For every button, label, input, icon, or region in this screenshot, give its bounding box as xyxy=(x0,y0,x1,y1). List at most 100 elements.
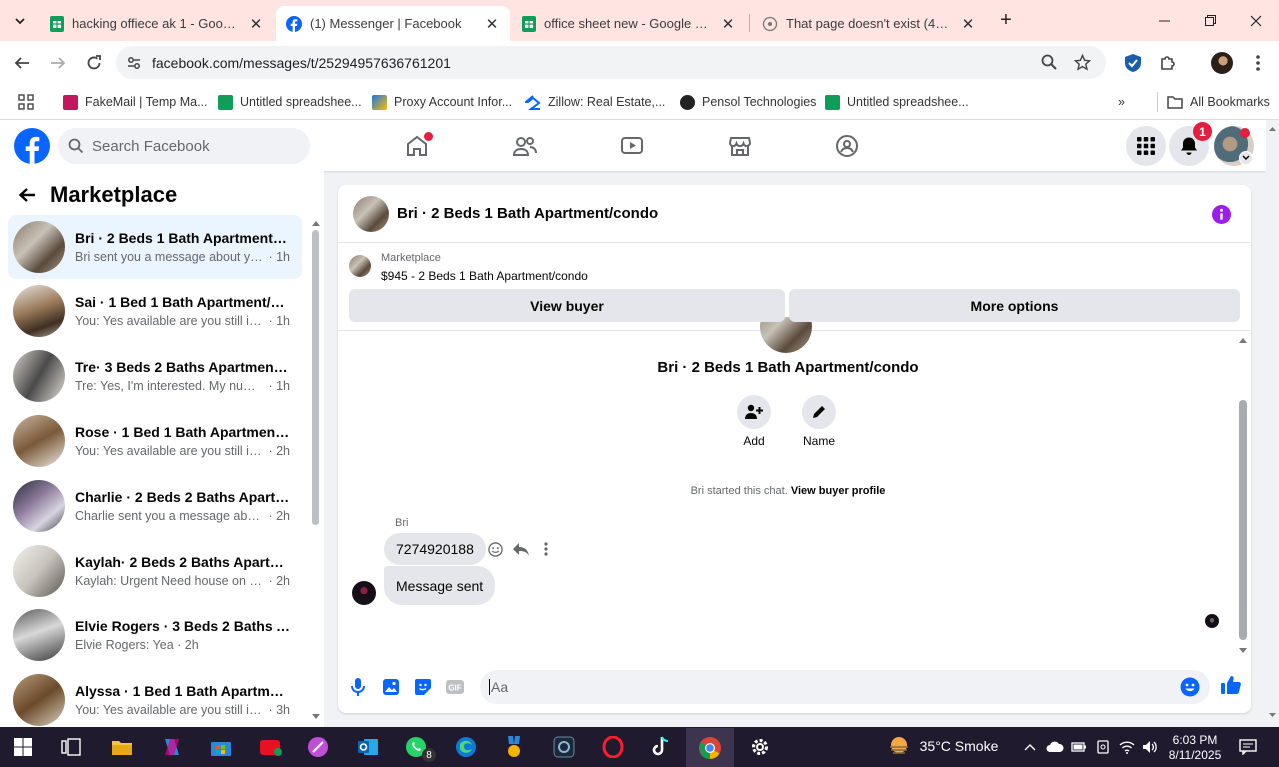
edge-button[interactable] xyxy=(450,731,482,763)
browser-tab-2[interactable]: (1) Messenger | Facebook ✕ xyxy=(276,6,510,41)
close-icon[interactable]: ✕ xyxy=(960,15,976,33)
weather-widget[interactable]: 35°C Smoke xyxy=(888,735,998,757)
chrome-button[interactable] xyxy=(686,728,734,767)
emoji-icon[interactable] xyxy=(1180,677,1200,697)
reply-icon[interactable] xyxy=(513,542,529,556)
tray-overflow-button[interactable] xyxy=(1020,731,1040,763)
facebook-search[interactable]: Search Facebook xyxy=(58,128,310,164)
wifi-tray-icon[interactable] xyxy=(1116,731,1138,763)
close-icon[interactable]: ✕ xyxy=(484,15,500,33)
whatsapp-button[interactable]: 8 xyxy=(400,731,436,763)
bookmark-star-button[interactable] xyxy=(1067,47,1097,77)
volume-tray-icon[interactable] xyxy=(1139,731,1161,763)
name-action[interactable]: Name xyxy=(802,395,836,448)
back-arrow-icon[interactable] xyxy=(18,187,36,203)
bookmark-fakemail[interactable]: FakeMail | Temp Ma... xyxy=(63,92,208,112)
nav-home[interactable] xyxy=(401,130,433,162)
back-button[interactable] xyxy=(7,48,37,78)
tab-search-button[interactable] xyxy=(0,0,40,41)
conversation-item[interactable]: Charlie · 2 Beds 2 Baths Apartm... Charl… xyxy=(8,474,302,538)
notification-center-button[interactable] xyxy=(1232,731,1264,763)
forward-button[interactable] xyxy=(43,48,73,78)
bookmark-proxy-account[interactable]: Proxy Account Infor... xyxy=(372,92,512,112)
zoom-button[interactable] xyxy=(1034,47,1064,77)
browser-tab-4[interactable]: That page doesn't exist (404) - F ✕ xyxy=(752,6,986,41)
add-action[interactable]: Add xyxy=(737,395,771,448)
site-info-icon[interactable] xyxy=(126,55,142,71)
extensions-button[interactable] xyxy=(1153,48,1183,78)
chat-scrollbar-thumb[interactable] xyxy=(1239,400,1247,640)
outlook-button[interactable] xyxy=(352,731,384,763)
conversation-item[interactable]: Sai · 1 Bed 1 Bath Apartment/co... You: … xyxy=(8,279,302,343)
browser-tab-1[interactable]: hacking offiece ak 1 - Google Sh ✕ xyxy=(40,6,274,41)
scroll-down-arrow[interactable] xyxy=(311,713,321,721)
view-buyer-profile-link[interactable]: View buyer profile xyxy=(791,485,886,497)
sidebar-scrollbar-thumb[interactable] xyxy=(312,230,319,525)
message-bubble[interactable]: 7274920188 xyxy=(384,533,486,565)
conversation-item[interactable]: Alyssa · 1 Bed 1 Bath Apartment... You: … xyxy=(8,668,302,732)
apps-button[interactable] xyxy=(18,92,34,112)
clock[interactable]: 6:03 PM 8/11/2025 xyxy=(1164,733,1226,763)
react-emoji-icon[interactable] xyxy=(488,542,503,557)
app-button-purple[interactable] xyxy=(302,731,334,763)
conversation-item[interactable]: Kaylah· 2 Beds 2 Baths Apartme... Kaylah… xyxy=(8,539,302,603)
medal-app-button[interactable] xyxy=(498,731,530,763)
tiktok-button[interactable] xyxy=(645,731,677,763)
battery-tray-icon[interactable] xyxy=(1068,731,1090,763)
start-button[interactable] xyxy=(7,731,39,763)
info-icon[interactable] xyxy=(1212,205,1231,224)
browser-menu-button[interactable] xyxy=(1243,48,1273,78)
app-button-red[interactable] xyxy=(255,731,287,763)
nav-marketplace[interactable] xyxy=(724,130,756,162)
microphone-icon[interactable] xyxy=(350,677,366,697)
thumbs-up-icon[interactable] xyxy=(1220,675,1241,695)
scroll-down-arrow[interactable] xyxy=(1238,647,1248,655)
close-window-button[interactable] xyxy=(1233,0,1279,41)
chat-title[interactable]: Bri · 2 Beds 1 Bath Apartment/condo xyxy=(397,205,658,222)
copilot-button[interactable] xyxy=(156,731,188,763)
opera-button[interactable] xyxy=(597,731,629,763)
gif-icon[interactable]: GIF xyxy=(445,679,465,695)
facebook-logo[interactable] xyxy=(14,128,50,164)
message-bubble[interactable]: Message sent xyxy=(384,566,496,605)
conversation-item[interactable]: Tre· 3 Beds 2 Baths Apartment/c... Tre: … xyxy=(8,344,302,408)
menu-button[interactable] xyxy=(1126,126,1166,166)
scroll-up-arrow[interactable] xyxy=(311,219,321,227)
account-avatar-button[interactable] xyxy=(1214,126,1254,166)
reload-button[interactable] xyxy=(79,48,109,78)
new-tab-button[interactable]: + xyxy=(988,0,1024,41)
nav-groups[interactable] xyxy=(831,130,863,162)
onedrive-tray-icon[interactable] xyxy=(1044,731,1066,763)
profile-picture[interactable] xyxy=(760,317,812,353)
bookmark-pensol[interactable]: Pensol Technologies xyxy=(680,92,816,112)
conversation-item[interactable]: Rose · 1 Bed 1 Bath Apartment/c... You: … xyxy=(8,409,302,473)
omnibox[interactable]: facebook.com/messages/t/2529495763676120… xyxy=(116,46,1106,79)
view-buyer-button[interactable]: View buyer xyxy=(349,289,785,322)
url-text[interactable]: facebook.com/messages/t/2529495763676120… xyxy=(152,55,451,71)
scroll-up-arrow[interactable] xyxy=(1238,336,1248,344)
hotspot-tray-icon[interactable] xyxy=(1092,731,1114,763)
nav-watch[interactable] xyxy=(616,130,648,162)
profile-button[interactable] xyxy=(1207,48,1237,78)
file-explorer-button[interactable] xyxy=(106,731,138,763)
close-icon[interactable]: ✕ xyxy=(248,15,264,33)
restore-button[interactable] xyxy=(1187,0,1233,41)
settings-button[interactable] xyxy=(744,731,776,763)
notifications-button[interactable]: 1 xyxy=(1169,122,1212,166)
photo-icon[interactable] xyxy=(382,678,400,696)
microsoft-store-button[interactable] xyxy=(205,731,237,763)
message-input[interactable]: Aa xyxy=(480,670,1210,704)
listing-summary[interactable]: $945 - 2 Beds 1 Bath Apartment/condo xyxy=(381,269,588,283)
app-button-dark[interactable] xyxy=(548,731,580,763)
page-scrollbar[interactable] xyxy=(1266,120,1279,727)
browser-tab-3[interactable]: office sheet new - Google Sheets ✕ xyxy=(512,6,746,41)
conversation-item[interactable]: Bri · 2 Beds 1 Bath Apartment/c... Bri s… xyxy=(8,215,302,279)
all-bookmarks-button[interactable]: All Bookmarks xyxy=(1157,92,1270,112)
close-icon[interactable]: ✕ xyxy=(720,15,736,33)
task-view-button[interactable] xyxy=(55,731,87,763)
bookmark-untitled-spreadsheet-2[interactable]: Untitled spreadshee... xyxy=(825,92,969,112)
bookmarks-overflow-button[interactable]: » xyxy=(1118,92,1125,112)
sender-avatar[interactable] xyxy=(352,581,376,605)
bookmark-zillow[interactable]: Zillow: Real Estate,... xyxy=(525,92,665,112)
minimize-button[interactable] xyxy=(1141,0,1187,41)
